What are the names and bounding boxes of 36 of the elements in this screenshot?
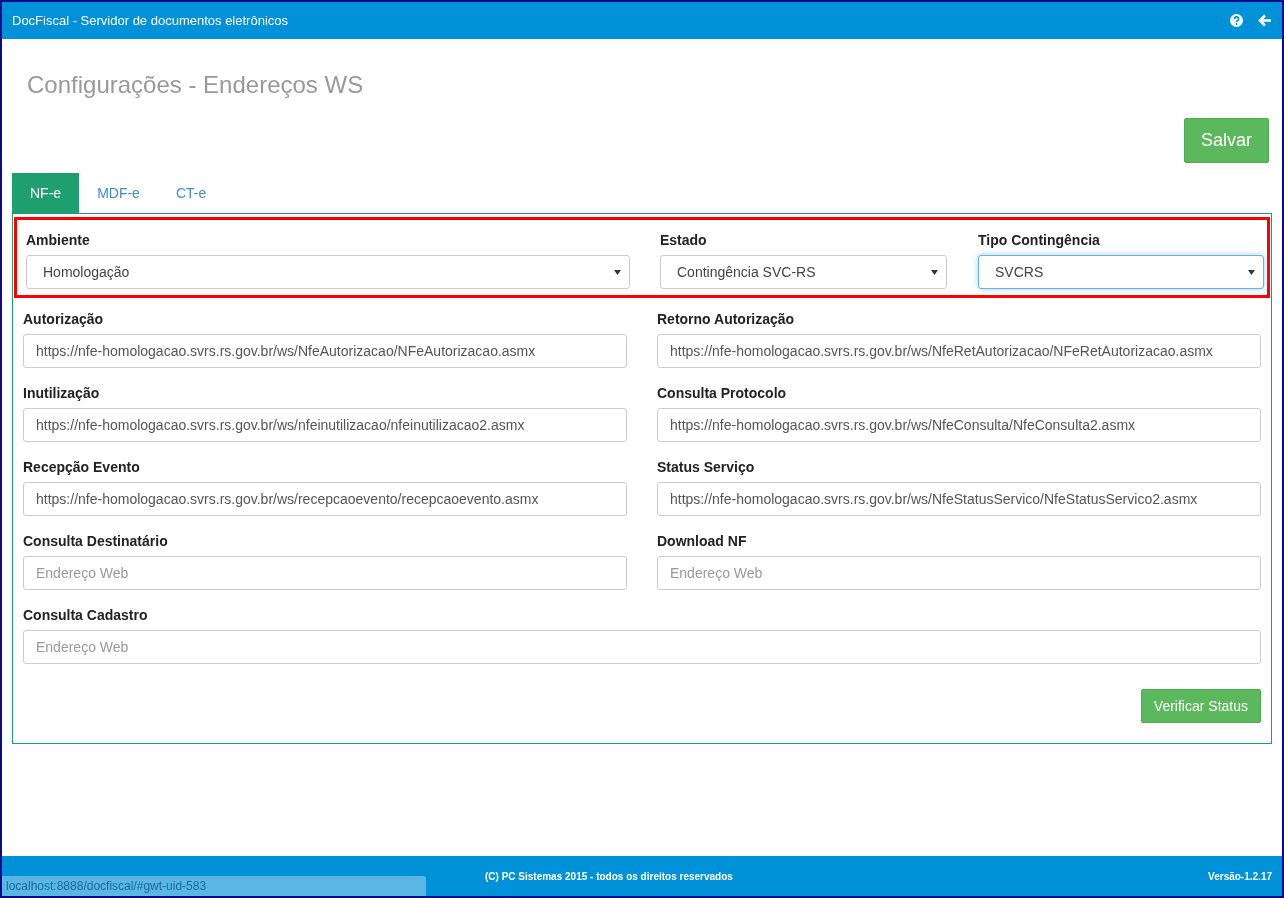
input-field[interactable]: https://nfe-homologacao.svrs.rs.gov.br/ws/nfeinutilizacao/nfeinutilizacao2.asmx <box>23 408 627 442</box>
back-arrow-icon[interactable] <box>1258 14 1272 27</box>
field-label: Download NF <box>657 533 748 549</box>
tab[interactable]: CT-e <box>157 173 225 213</box>
field-label: Estado <box>660 232 708 248</box>
field-label: Tipo Contingência <box>978 232 1101 248</box>
caret-icon <box>931 269 938 275</box>
field-label: Consulta Protocolo <box>657 385 788 401</box>
input-field[interactable]: https://nfe-homologacao.svrs.rs.gov.br/ws/NfeConsulta/NfeConsulta2.asmx <box>657 408 1261 442</box>
input-field[interactable]: https://nfe-homologacao.svrs.rs.gov.br/ws/NfeStatusServico/NfeStatusServico2.asmx <box>657 482 1261 516</box>
input-field[interactable]: https://nfe-homologacao.svrs.rs.gov.br/ws/recepcaoevento/recepcaoevento.asmx <box>23 482 627 516</box>
select-dropdown[interactable]: Homologação <box>26 255 630 289</box>
field-label: Inutilização <box>23 385 101 401</box>
select-dropdown[interactable]: SVCRS <box>978 255 1264 289</box>
field-label: Ambiente <box>26 232 91 248</box>
field-label: Status Serviço <box>657 459 756 475</box>
status-url-tooltip: localhost:8888/docfiscal/#gwt-uid-583 <box>2 876 426 896</box>
input-field[interactable]: Endereço Web <box>23 630 1261 664</box>
caret-icon <box>614 269 621 275</box>
input-field[interactable]: https://nfe-homologacao.svrs.rs.gov.br/ws/NfeRetAutorizacao/NFeRetAutorizacao.asmx <box>657 334 1261 368</box>
tab[interactable]: MDF-e <box>79 173 158 213</box>
select-dropdown[interactable]: Contingência SVC-RS <box>660 255 947 289</box>
page-title: Configurações - Endereços WS <box>27 71 365 99</box>
field-label: Retorno Autorização <box>657 311 796 327</box>
field-label: Autorização <box>23 311 105 327</box>
field-label: Consulta Destinatário <box>23 533 169 549</box>
help-icon[interactable] <box>1230 14 1243 27</box>
field-label: Recepção Evento <box>23 459 141 475</box>
version-text: Versão-1.2.17 <box>1208 870 1272 882</box>
copyright-text: (C) PC Sistemas 2015 - todos os direitos reservados <box>485 870 733 882</box>
field-label: Consulta Cadastro <box>23 607 149 623</box>
input-field[interactable]: Endereço Web <box>23 556 627 590</box>
input-field[interactable]: Endereço Web <box>657 556 1261 590</box>
window-title: DocFiscal - Servidor de documentos eletrônicos <box>12 13 288 28</box>
input-field[interactable]: https://nfe-homologacao.svrs.rs.gov.br/ws/NfeAutorizacao/NFeAutorizacao.asmx <box>23 334 627 368</box>
caret-icon <box>1248 269 1255 275</box>
